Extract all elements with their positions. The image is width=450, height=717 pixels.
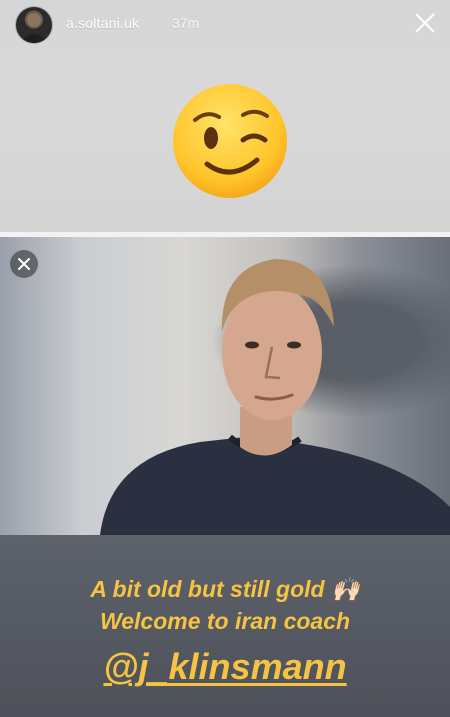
- mention-link[interactable]: @j_klinsmann: [0, 646, 450, 688]
- story-timestamp: 37m: [172, 15, 200, 31]
- story-header: a.soltani.uk 37m: [0, 0, 450, 60]
- person-photo-illustration: [100, 259, 450, 535]
- caption-line-1: A bit old but still gold 🙌🏻: [90, 576, 360, 602]
- close-icon: [415, 13, 435, 33]
- avatar-person-icon: [20, 13, 48, 43]
- story-photo: [0, 237, 450, 535]
- close-story-button[interactable]: [410, 8, 440, 38]
- story-top-area: a.soltani.uk 37m: [0, 0, 450, 232]
- winking-face-sticker: [173, 84, 287, 198]
- username-label[interactable]: a.soltani.uk: [66, 15, 139, 31]
- profile-avatar[interactable]: [15, 6, 53, 44]
- caption-line-2: Welcome to iran coach: [99, 608, 351, 634]
- remove-photo-button[interactable]: [10, 250, 38, 278]
- close-icon: [18, 258, 30, 270]
